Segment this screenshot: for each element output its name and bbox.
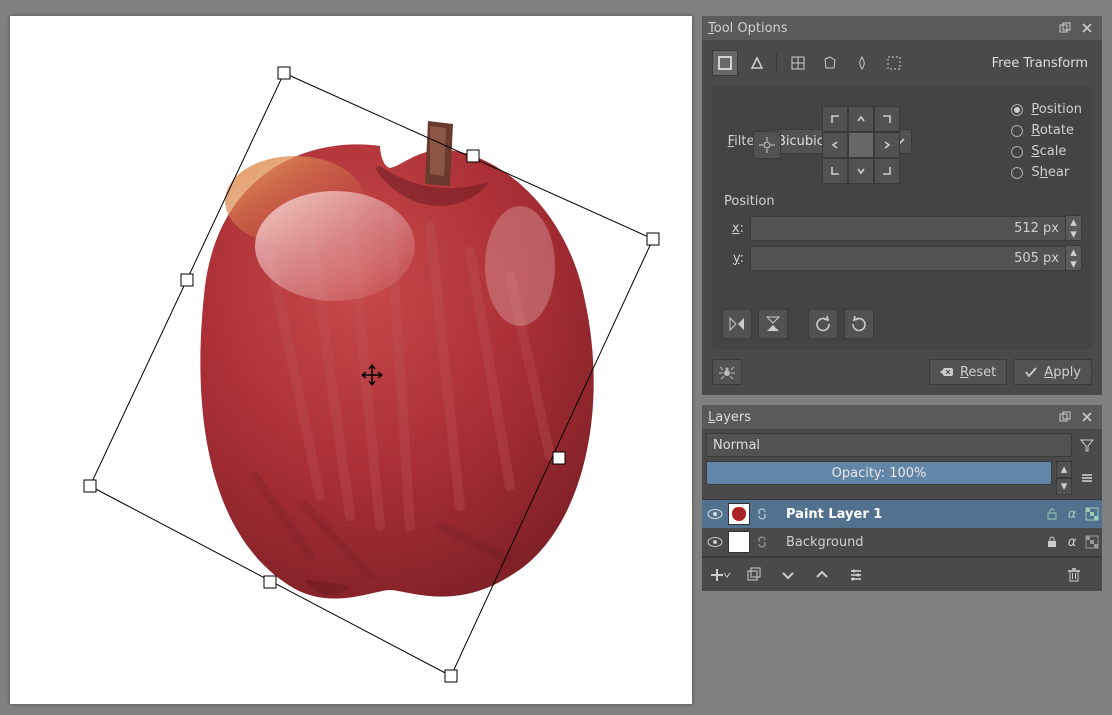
y-spinner[interactable]: ▴▾ — [1066, 245, 1082, 271]
layer-list: Paint Layer 1 α Background α — [702, 499, 1102, 557]
canvas-area[interactable] — [10, 16, 692, 704]
transform-mode-liquify-icon[interactable] — [849, 50, 875, 76]
apple-painting — [200, 121, 593, 599]
transform-mode-mesh-icon[interactable] — [881, 50, 907, 76]
layer-name[interactable]: Background — [772, 535, 1042, 550]
anchor-top[interactable] — [848, 106, 874, 132]
layer-link-icon[interactable] — [752, 535, 772, 549]
tool-options-panel: Tool Options Free Transform Filt — [702, 16, 1102, 395]
flip-horizontal-button[interactable] — [722, 309, 752, 339]
radio-rotate[interactable]: Rotate — [1011, 123, 1082, 138]
lock-icon[interactable] — [1042, 508, 1062, 520]
float-layers-icon[interactable] — [1056, 408, 1074, 426]
lock-icon[interactable] — [1042, 536, 1062, 548]
layer-row[interactable]: Background α — [702, 528, 1102, 556]
alpha-icon[interactable]: α — [1062, 535, 1082, 550]
transform-mode-name: Free Transform — [913, 56, 1092, 71]
filter-layers-icon[interactable] — [1076, 433, 1098, 457]
opacity-slider[interactable]: Opacity: 100% — [706, 461, 1052, 485]
radio-shear[interactable]: Shear — [1011, 165, 1082, 180]
layer-menu-icon[interactable] — [1076, 461, 1098, 495]
close-layers-icon[interactable] — [1078, 408, 1096, 426]
move-layer-down-button[interactable] — [776, 563, 800, 587]
delete-layer-button[interactable] — [1062, 563, 1086, 587]
duplicate-layer-button[interactable] — [742, 563, 766, 587]
transform-settings-box: Filter: Bicubic Position Rotate Scale Sh… — [712, 86, 1092, 349]
anchor-left[interactable] — [822, 132, 848, 158]
tool-options-title: Tool Options — [708, 21, 1052, 36]
spider-icon[interactable] — [712, 359, 742, 385]
center-anchor-button[interactable] — [753, 131, 781, 159]
rotate-cw-button[interactable] — [844, 309, 874, 339]
anchor-bottom[interactable] — [848, 158, 874, 184]
float-panel-icon[interactable] — [1056, 19, 1074, 37]
inherit-alpha-icon[interactable] — [1082, 507, 1102, 521]
transform-mode-free-icon[interactable] — [712, 50, 738, 76]
visibility-toggle-icon[interactable] — [702, 508, 728, 520]
tool-options-header[interactable]: Tool Options — [702, 16, 1102, 40]
layer-thumbnail — [728, 503, 750, 525]
canvas-svg — [10, 16, 692, 704]
anchor-grid — [822, 106, 900, 184]
blend-mode-select[interactable]: Normal — [706, 433, 1072, 457]
reset-button[interactable]: Reset — [929, 359, 1007, 385]
anchor-bottom-left[interactable] — [822, 158, 848, 184]
visibility-toggle-icon[interactable] — [702, 536, 728, 548]
rotate-ccw-button[interactable] — [808, 309, 838, 339]
layers-header[interactable]: Layers — [702, 405, 1102, 429]
layer-properties-button[interactable] — [844, 563, 868, 587]
close-panel-icon[interactable] — [1078, 19, 1096, 37]
anchor-center[interactable] — [848, 132, 874, 158]
x-input[interactable]: 512 px — [750, 216, 1066, 241]
layers-title: Layers — [708, 410, 1052, 425]
layer-thumbnail — [728, 531, 750, 553]
opacity-spinner[interactable]: ▴▾ — [1056, 461, 1072, 495]
radio-position[interactable]: Position — [1011, 102, 1082, 117]
anchor-top-right[interactable] — [874, 106, 900, 132]
inherit-alpha-icon[interactable] — [1082, 535, 1102, 549]
radio-scale[interactable]: Scale — [1011, 144, 1082, 159]
transform-mode-perspective-icon[interactable] — [744, 50, 770, 76]
move-layer-up-button[interactable] — [810, 563, 834, 587]
apply-button[interactable]: Apply — [1013, 359, 1092, 385]
add-layer-button[interactable] — [708, 563, 732, 587]
anchor-top-left[interactable] — [822, 106, 848, 132]
layer-row[interactable]: Paint Layer 1 α — [702, 500, 1102, 528]
transform-mode-cage-icon[interactable] — [817, 50, 843, 76]
alpha-icon[interactable]: α — [1062, 507, 1082, 522]
layer-link-icon[interactable] — [752, 507, 772, 521]
y-input[interactable]: 505 px — [750, 246, 1066, 271]
layers-panel: Layers Normal Opacity: 100% ▴▾ Paint Lay… — [702, 405, 1102, 591]
transform-mode-warp-icon[interactable] — [785, 50, 811, 76]
flip-vertical-button[interactable] — [758, 309, 788, 339]
position-section-label: Position — [724, 194, 1082, 209]
anchor-right[interactable] — [874, 132, 900, 158]
x-spinner[interactable]: ▴▾ — [1066, 215, 1082, 241]
layer-name[interactable]: Paint Layer 1 — [772, 507, 1042, 522]
anchor-bottom-right[interactable] — [874, 158, 900, 184]
